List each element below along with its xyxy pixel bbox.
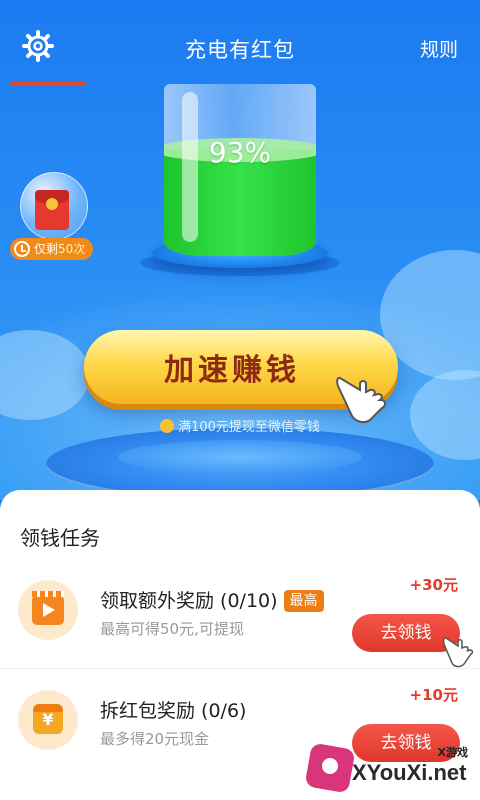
battery-percent: 93% bbox=[208, 136, 272, 169]
rules-link[interactable]: 规则 bbox=[420, 35, 458, 62]
play-icon bbox=[43, 603, 55, 617]
pointing-hand-icon bbox=[336, 376, 386, 424]
watermark-label: X游戏 bbox=[437, 746, 468, 759]
wallet-icon: ¥ bbox=[18, 690, 78, 750]
wechat-icon bbox=[160, 419, 175, 433]
pointing-hand-icon bbox=[442, 637, 474, 668]
cashout-note: 满100元提现至微信零钱 bbox=[0, 416, 480, 435]
clapper-stripe bbox=[32, 591, 64, 597]
watermark: X游戏 XYouXi.net bbox=[300, 732, 480, 800]
remaining-count: 50次 bbox=[58, 242, 86, 256]
video-icon-body bbox=[32, 595, 64, 625]
battery-meter bbox=[164, 84, 316, 256]
task-row: 领取额外奖励 (0/10) 最高 最高可得50元,可提现 +30元 去领钱 bbox=[0, 566, 480, 676]
task-tag: 最高 bbox=[283, 590, 324, 612]
task-name-text: 领取额外奖励 (0/10) bbox=[100, 590, 278, 612]
yen-icon: ¥ bbox=[42, 710, 54, 729]
divider bbox=[0, 668, 480, 669]
task-name: 拆红包奖励 (0/6) bbox=[100, 700, 247, 722]
task-name: 领取额外奖励 (0/10) 最高 bbox=[100, 586, 324, 613]
platform-top bbox=[118, 440, 362, 474]
tasks-title: 领钱任务 bbox=[20, 526, 100, 550]
page-title: 充电有红包 bbox=[185, 38, 295, 62]
video-icon bbox=[18, 580, 78, 640]
watermark-site: XYouXi.net bbox=[352, 760, 467, 785]
top-bar: 充电有红包 规则 bbox=[0, 0, 480, 92]
task-desc: 最高可得50元,可提现 bbox=[100, 620, 244, 638]
task-reward: +10元 bbox=[409, 686, 458, 704]
remaining-badge: 仅剩50次 bbox=[10, 238, 94, 260]
watermark-logo-dot bbox=[322, 758, 338, 774]
remaining-prefix: 仅剩 bbox=[34, 242, 59, 256]
cashout-text: 满100元提现至微信零钱 bbox=[178, 420, 320, 435]
red-packet-coin bbox=[46, 198, 58, 210]
clock-icon bbox=[14, 241, 30, 257]
active-tab-indicator bbox=[10, 82, 86, 85]
task-desc: 最多得20元现金 bbox=[100, 730, 210, 748]
task-reward: +30元 bbox=[409, 576, 458, 594]
